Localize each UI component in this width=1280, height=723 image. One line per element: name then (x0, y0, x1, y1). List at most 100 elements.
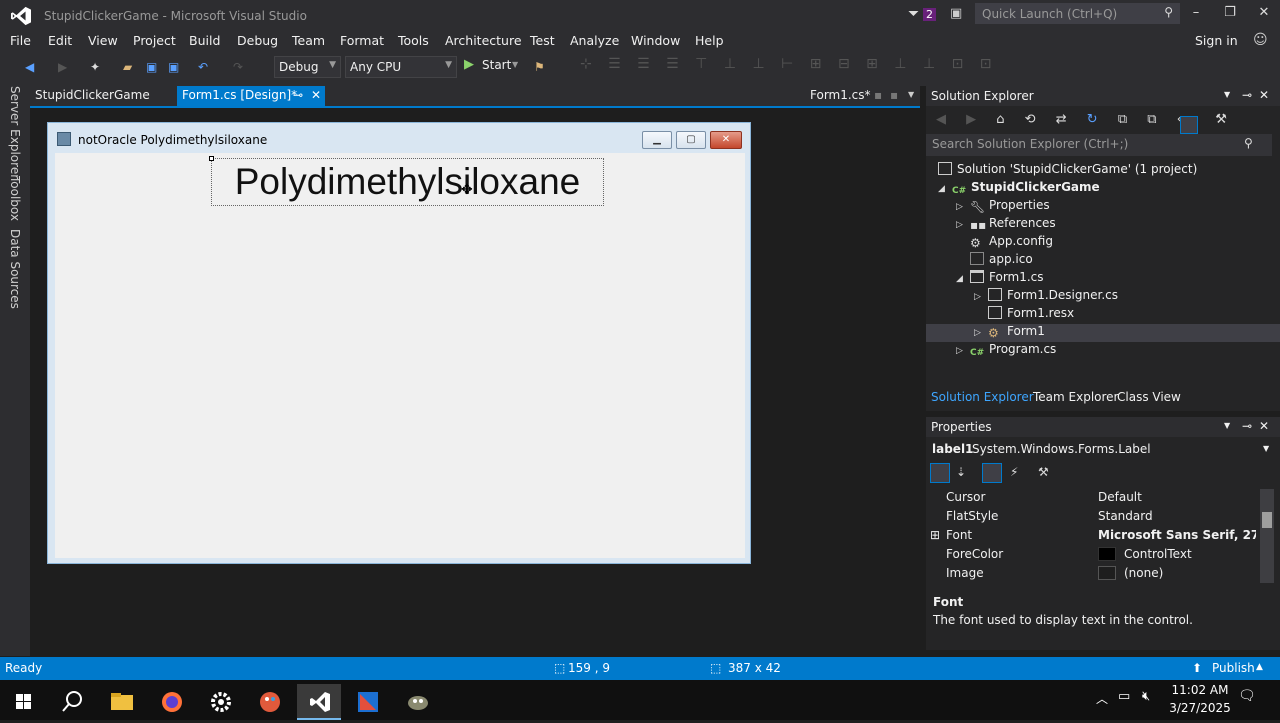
paint-icon[interactable] (248, 684, 292, 720)
close-tab-icon[interactable]: ✕ (311, 88, 321, 102)
sign-in-link[interactable]: Sign in (1195, 33, 1238, 48)
expand-arrow-icon[interactable]: ▷ (956, 346, 970, 356)
tab-class-view[interactable]: Class View (1117, 390, 1181, 404)
chevron-up-icon[interactable]: ▲ (1256, 662, 1263, 672)
tree-project[interactable]: ◢ C# StupidClickerGame (938, 180, 1100, 198)
events-icon[interactable]: ⚡ (1010, 465, 1018, 479)
property-row[interactable]: Image (none) (926, 564, 1256, 583)
preview-toggle-icon[interactable] (1180, 116, 1198, 134)
pin-icon[interactable]: ▪ (874, 88, 882, 102)
open-file-icon[interactable]: ▰ (123, 60, 139, 76)
notifications-icon[interactable]: 🗨︎ (1238, 688, 1256, 704)
firefox-icon[interactable] (150, 684, 194, 720)
menu-debug[interactable]: Debug (237, 33, 278, 48)
property-value[interactable]: (none) (1124, 566, 1163, 580)
maximize-button[interactable]: ❐ (1216, 5, 1244, 25)
start-menu-icon[interactable] (2, 684, 46, 720)
close-icon[interactable]: ✕ (1259, 419, 1269, 433)
tray-chevron-up-icon[interactable]: ︿ (1096, 690, 1108, 707)
start-icon[interactable]: ▶ (464, 57, 474, 72)
property-value[interactable]: Default (1098, 490, 1142, 504)
home-icon[interactable]: ⌂ (996, 112, 1012, 127)
expand-arrow-icon[interactable]: ▷ (956, 202, 970, 212)
quick-launch-input[interactable]: Quick Launch (Ctrl+Q) ⚲ (975, 3, 1180, 24)
form-client-area[interactable] (55, 153, 745, 558)
property-row[interactable]: ⊞ Font Microsoft Sans Serif, 27.75pt (926, 526, 1256, 545)
chevron-down-icon[interactable]: ▼ (1224, 90, 1230, 99)
jetbrains-app-icon[interactable] (346, 684, 390, 720)
expand-arrow-icon[interactable]: ▷ (974, 328, 988, 338)
clock-time[interactable]: 11:02 AM (1170, 683, 1230, 697)
collapse-arrow-icon[interactable]: ◢ (956, 274, 970, 284)
tree-properties[interactable]: ▷ 🔧︎ Properties (956, 198, 1050, 216)
property-row[interactable]: Cursor Default (926, 488, 1256, 507)
solution-configuration-select[interactable]: Debug ▼ (274, 56, 341, 78)
tab-form1-design[interactable]: Form1.cs [Design]* ⊸ ✕ (177, 86, 325, 106)
show-all-icon[interactable]: ⧉ (1147, 112, 1164, 127)
property-value[interactable]: ControlText (1124, 547, 1192, 561)
menu-edit[interactable]: Edit (48, 33, 72, 48)
property-row[interactable]: FlatStyle Standard (926, 507, 1256, 526)
publish-arrow-icon[interactable]: ⬆ (1192, 661, 1202, 675)
feedback-icon[interactable]: ▣ (950, 6, 962, 21)
properties-scrollbar[interactable] (1260, 489, 1274, 583)
expand-arrow-icon[interactable]: ▷ (974, 292, 988, 302)
pin-icon[interactable]: ⊸ (293, 88, 303, 102)
tree-form1-designer[interactable]: ▷ Form1.Designer.cs (974, 288, 1118, 306)
clock-date[interactable]: 3/27/2025 (1168, 701, 1232, 715)
label1-control[interactable]: Polydimethylsiloxane (211, 158, 604, 206)
gimp-icon[interactable] (396, 684, 440, 720)
network-icon[interactable]: ▭ (1118, 689, 1130, 704)
menu-architecture[interactable]: Architecture (445, 33, 522, 48)
notification-flag-icon[interactable]: ⏷ (908, 6, 919, 22)
menu-tools[interactable]: Tools (398, 33, 429, 48)
property-value[interactable]: Standard (1098, 509, 1153, 523)
tree-form1-resx[interactable]: Form1.resx (988, 306, 1074, 324)
search-icon[interactable] (50, 684, 94, 720)
history-icon[interactable]: ⟲ (1025, 112, 1044, 127)
tree-solution[interactable]: Solution 'StupidClickerGame' (1 project) (938, 162, 1197, 180)
solution-search-input[interactable]: Search Solution Explorer (Ctrl+;) ⚲ (926, 134, 1272, 156)
menu-project[interactable]: Project (133, 33, 176, 48)
save-icon[interactable]: ▣ (146, 60, 162, 76)
close-button[interactable]: ✕ (1250, 5, 1278, 25)
tree-program-cs[interactable]: ▷ C# Program.cs (956, 342, 1056, 360)
properties-icon[interactable]: ⚒ (1215, 112, 1235, 127)
solution-platform-select[interactable]: Any CPU ▼ (345, 56, 457, 78)
user-avatar-icon[interactable]: ☺ (1253, 32, 1268, 48)
chevron-down-icon[interactable]: ▼ (512, 60, 518, 69)
settings-gear-icon[interactable] (199, 684, 243, 720)
property-row[interactable]: ForeColor ControlText (926, 545, 1256, 564)
tab-stupidclickergame[interactable]: StupidClickerGame (30, 86, 155, 106)
scrollbar-thumb[interactable] (1262, 512, 1272, 528)
tab-solution-explorer[interactable]: Solution Explorer (931, 390, 1034, 404)
tree-form1-cs[interactable]: ◢ Form1.cs (956, 270, 1044, 288)
properties-view-icon[interactable] (982, 463, 1002, 483)
menu-help[interactable]: Help (695, 33, 724, 48)
visual-studio-icon[interactable] (297, 684, 341, 720)
resize-handle[interactable] (209, 156, 214, 161)
close-tab-icon[interactable]: ▪ (890, 88, 898, 102)
navigate-back-icon[interactable]: ◀ (25, 60, 41, 76)
volume-muted-icon[interactable]: 🔇︎ (1142, 689, 1150, 704)
server-explorer-tab[interactable]: Server Explorer (8, 86, 22, 179)
tree-form1-class[interactable]: ▷ ⚙ Form1 (926, 324, 1280, 342)
data-sources-tab[interactable]: Data Sources (8, 229, 22, 309)
pin-icon[interactable]: ⊸ (1242, 88, 1252, 102)
notification-badge[interactable]: 2 (923, 8, 936, 21)
redo-icon[interactable]: ↷ (233, 60, 249, 76)
tree-app-ico[interactable]: app.ico (970, 252, 1033, 270)
minimize-button[interactable]: – (1182, 5, 1210, 25)
chevron-down-icon[interactable]: ▼ (1224, 421, 1230, 430)
tab-form1-code[interactable]: Form1.cs* (805, 86, 876, 106)
menu-file[interactable]: File (10, 33, 31, 48)
close-icon[interactable]: ✕ (1259, 88, 1269, 102)
alphabetical-icon[interactable]: ⇣ (956, 465, 966, 479)
tree-app-config[interactable]: ⚙ App.config (970, 234, 1053, 252)
toolbox-tab[interactable]: Toolbox (8, 176, 22, 221)
menu-window[interactable]: Window (631, 33, 680, 48)
menu-team[interactable]: Team (292, 33, 325, 48)
expand-arrow-icon[interactable]: ▷ (956, 220, 970, 230)
save-all-icon[interactable]: ▣ (168, 60, 184, 76)
object-selector[interactable]: label1 System.Windows.Forms.Label ▼ (926, 439, 1280, 459)
